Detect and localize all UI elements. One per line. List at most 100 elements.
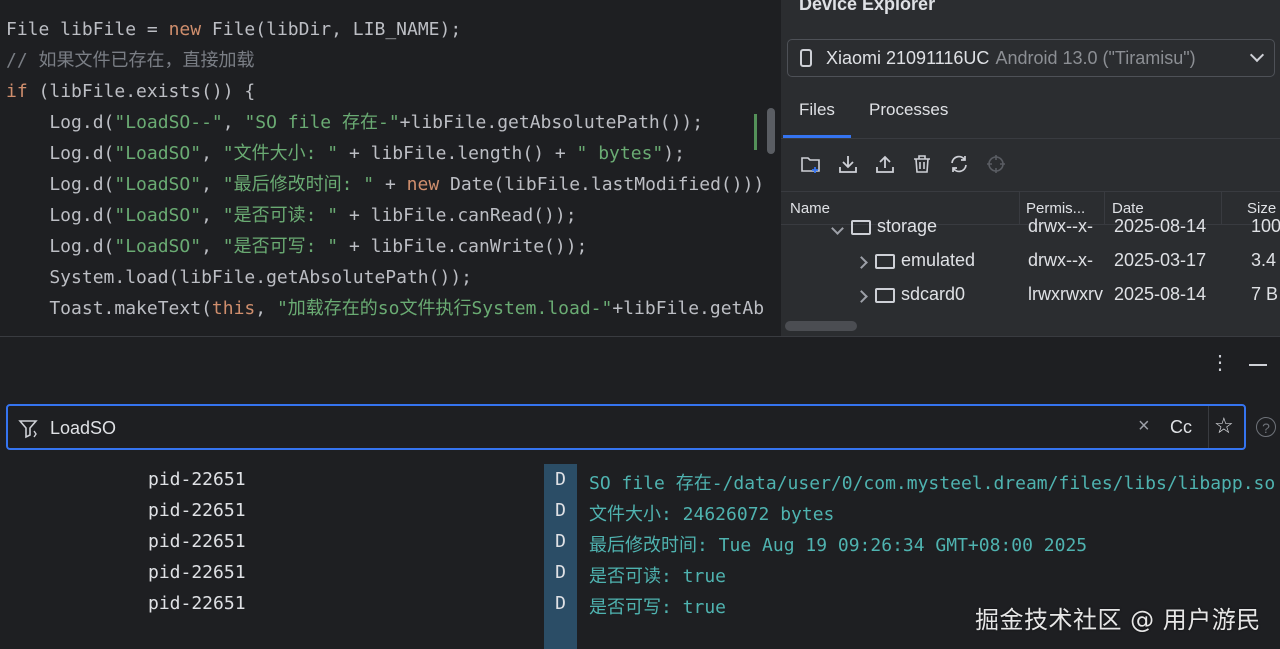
log-message: SO file 存在-/data/user/0/com.mysteel.drea… — [589, 473, 1276, 494]
log-level: D — [544, 464, 577, 495]
code-line[interactable]: Log.d("LoadSO", "文件大小: " + libFile.lengt… — [6, 138, 685, 169]
folder-icon — [875, 254, 895, 269]
file-row[interactable]: sdcard0 lrwxrwxrv 2025-08-14 7 B — [781, 280, 1280, 312]
code-token: this — [211, 298, 256, 319]
code-token: ); — [663, 143, 685, 164]
file-row[interactable]: storage drwx--x- 2025-08-14 100 — [781, 212, 1280, 244]
code-line[interactable]: System.load(libFile.getAbsolutePath()); — [6, 262, 472, 293]
device-selector[interactable]: Xiaomi 21091116UC Android 13.0 ("Tiramis… — [787, 39, 1275, 77]
log-row[interactable]: pid-22651 D SO file 存在-/data/user/0/com.my… — [0, 464, 1280, 495]
code-token: Log.d( — [6, 236, 115, 257]
filter-input[interactable] — [48, 412, 1112, 444]
code-token: , — [222, 112, 245, 133]
filter-icon[interactable] — [18, 418, 40, 440]
locate-icon[interactable] — [984, 152, 1008, 176]
chevron-down-icon — [1249, 47, 1265, 63]
sync-icon[interactable] — [947, 152, 971, 176]
code-token: +libFile.getAbsolutePath()); — [399, 112, 704, 133]
code-line[interactable]: if (libFile.exists()) { — [6, 76, 255, 107]
folder-icon — [851, 220, 871, 235]
chevron-right-icon[interactable] — [855, 290, 868, 303]
code-token: "SO file 存在-" — [244, 112, 400, 133]
code-token: "LoadSO" — [114, 205, 202, 226]
code-line[interactable]: Log.d("LoadSO--", "SO file 存在-"+libFile.… — [6, 107, 703, 138]
code-token: "是否可写: " — [222, 236, 339, 257]
file-size: 7 B — [1251, 284, 1279, 304]
log-level-column — [544, 617, 577, 649]
chevron-right-icon[interactable] — [855, 256, 868, 269]
log-level: D — [544, 495, 577, 526]
code-line[interactable]: File libFile = new File(libDir, LIB_NAME… — [6, 14, 461, 45]
file-perm: drwx--x- — [1028, 216, 1093, 236]
code-token: d — [92, 112, 104, 133]
log-message: 是否可读: true — [589, 566, 727, 587]
chevron-down-icon[interactable] — [831, 222, 844, 235]
file-perm: lrwxrwxrv — [1028, 284, 1103, 304]
device-name: Xiaomi 21091116UC — [826, 47, 990, 68]
tab-processes[interactable]: Processes — [869, 100, 948, 120]
code-token: Log.d( — [6, 143, 115, 164]
file-date: 2025-08-14 — [1114, 284, 1207, 304]
code-token: Log.d( — [6, 205, 115, 226]
code-line[interactable]: Log.d("LoadSO", "最后修改时间: " + new Date(li… — [6, 169, 764, 200]
code-token: Log.d( — [6, 174, 115, 195]
more-options-icon[interactable]: ⋮ — [1210, 351, 1230, 375]
code-token: "LoadSO--" — [114, 112, 223, 133]
logcat-filter-bar: × Cc ☆ — [6, 404, 1246, 450]
code-token: , — [201, 143, 223, 164]
phone-icon — [800, 49, 812, 67]
help-icon[interactable]: ? — [1256, 417, 1276, 437]
star-icon[interactable]: ☆ — [1214, 413, 1234, 439]
divider — [1208, 406, 1209, 448]
folder-link-icon — [875, 288, 895, 303]
log-pid: pid-22651 — [148, 500, 246, 521]
code-token: ( — [103, 112, 115, 133]
code-token: System.load(libFile.getAbsolutePath()); — [6, 267, 472, 288]
code-token: +libFile.getAb — [612, 298, 765, 319]
log-level: D — [544, 557, 577, 588]
code-line[interactable]: Toast.makeText(this, "加载存在的so文件执行System.… — [6, 293, 764, 324]
delete-icon[interactable] — [910, 152, 934, 176]
tab-files[interactable]: Files — [799, 100, 835, 120]
code-token: , — [255, 298, 277, 319]
log-pid: pid-22651 — [148, 531, 246, 552]
log-message: 是否可写: true — [589, 597, 727, 618]
code-token: new — [406, 174, 450, 195]
horizontal-scrollbar[interactable] — [785, 321, 857, 331]
log-row[interactable]: pid-22651 D 是否可读: true — [0, 557, 1280, 588]
code-token: "LoadSO" — [114, 174, 202, 195]
code-line[interactable]: Log.d("LoadSO", "是否可读: " + libFile.canRe… — [6, 200, 577, 231]
download-icon[interactable] — [836, 152, 860, 176]
upload-icon[interactable] — [873, 152, 897, 176]
code-token: // 如果文件已存在，直接加载 — [6, 50, 255, 71]
log-row[interactable]: pid-22651 D 文件大小: 24626072 bytes — [0, 495, 1280, 526]
new-folder-icon[interactable] — [799, 152, 823, 176]
panel-title: Device Explorer — [799, 0, 936, 14]
code-editor[interactable]: File libFile = new File(libDir, LIB_NAME… — [0, 0, 781, 336]
code-token: Toast.makeText( — [6, 298, 212, 319]
log-message: 文件大小: 24626072 bytes — [589, 504, 835, 525]
code-token: new — [168, 19, 212, 40]
code-token: + — [374, 174, 407, 195]
code-token: + libFile.canRead()); — [338, 205, 577, 226]
file-perm: drwx--x- — [1028, 250, 1093, 270]
code-token: Date(libFile.lastModified())) — [450, 174, 765, 195]
code-line[interactable]: // 如果文件已存在，直接加载 — [6, 45, 255, 76]
clear-icon[interactable]: × — [1138, 415, 1150, 438]
file-row[interactable]: emulated drwx--x- 2025-03-17 3.4 I — [781, 246, 1280, 278]
log-row[interactable]: pid-22651 D 最后修改时间: Tue Aug 19 09:26:34 GM… — [0, 526, 1280, 557]
code-token: File libFile = — [6, 19, 169, 40]
log-pid: pid-22651 — [148, 562, 246, 583]
minimize-icon[interactable] — [1249, 364, 1267, 366]
editor-scrollbar[interactable] — [767, 108, 775, 154]
code-token: "LoadSO" — [114, 143, 202, 164]
change-marker — [754, 114, 757, 150]
file-name: sdcard0 — [901, 284, 966, 304]
file-size: 100 — [1251, 216, 1280, 236]
code-token: , — [201, 205, 223, 226]
code-line[interactable]: Log.d("LoadSO", "是否可写: " + libFile.canWr… — [6, 231, 587, 262]
match-case-button[interactable]: Cc — [1170, 417, 1192, 438]
log-pid: pid-22651 — [148, 593, 246, 614]
file-size: 3.4 I — [1251, 250, 1280, 270]
log-level: D — [544, 526, 577, 557]
